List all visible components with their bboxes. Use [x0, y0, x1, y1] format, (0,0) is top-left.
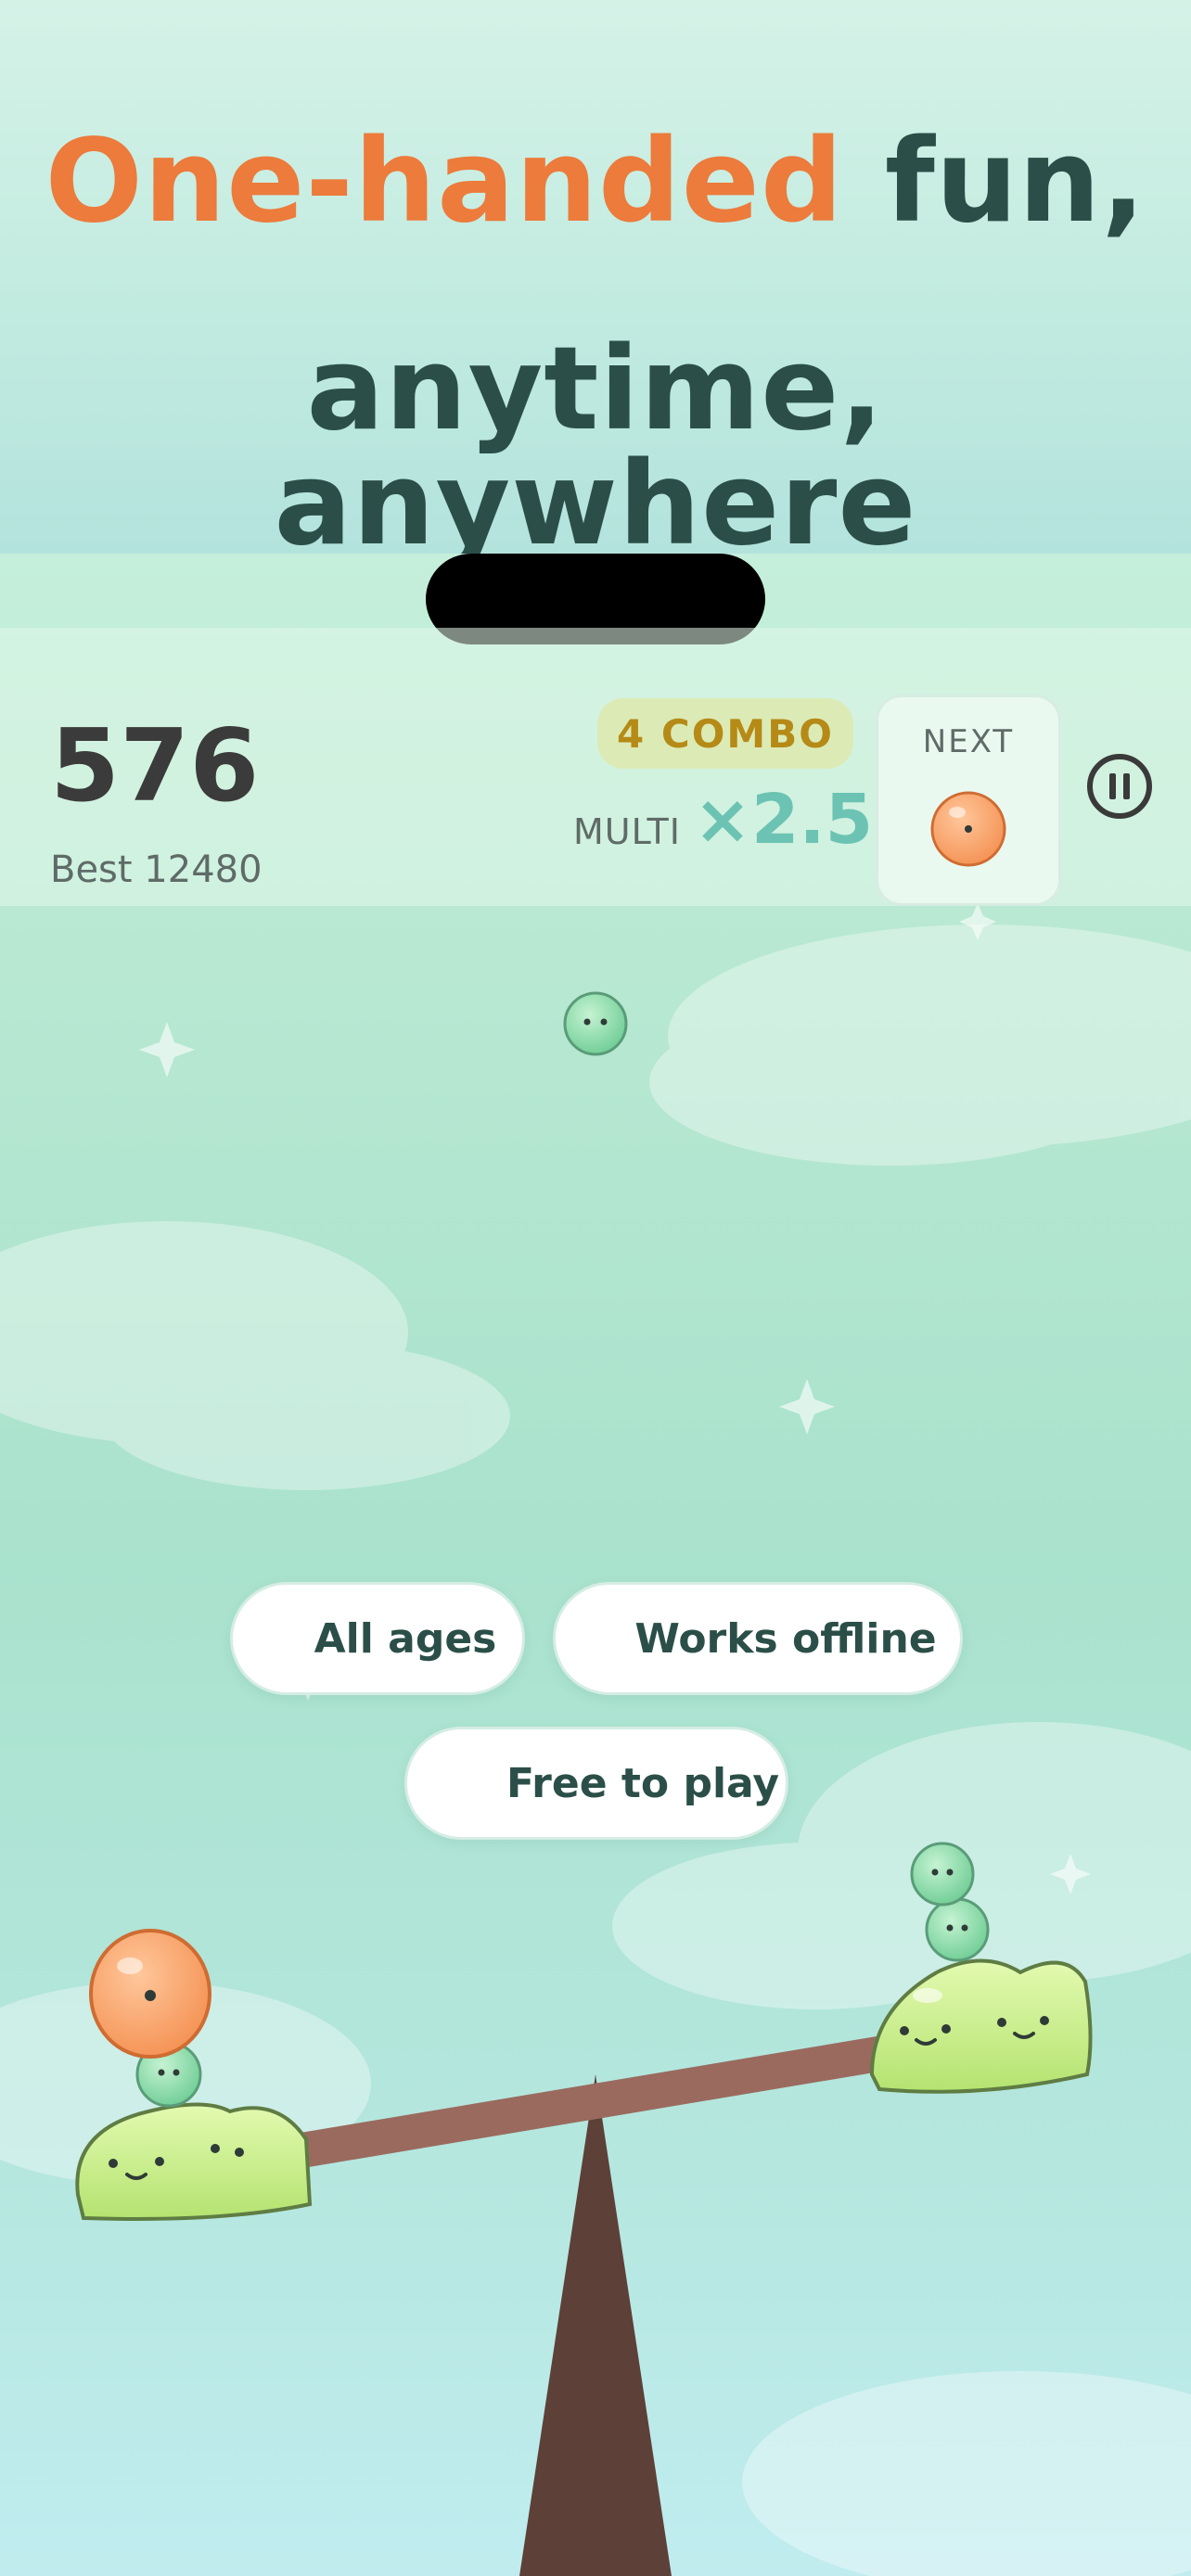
multi-label: MULTI: [573, 811, 681, 852]
right-green-slime-top: [910, 1842, 975, 1906]
multi-value: ×2.5: [694, 780, 874, 860]
feature-pill-works-offline: Works offline: [553, 1582, 963, 1695]
feature-pill-all-ages: All ages: [230, 1582, 525, 1695]
game-screen[interactable]: 576 Best 12480 4 COMBO MULTI ×2.5 NEXT A…: [0, 554, 1191, 2576]
headline-line-2: anytime, anywhere: [274, 323, 917, 571]
orange-slime-icon: [930, 791, 1006, 867]
next-piece-card: NEXT: [876, 695, 1061, 906]
headline-line-1: One-handed fun,: [0, 124, 1191, 239]
pause-button[interactable]: [1087, 754, 1152, 819]
combo-badge: 4 COMBO: [597, 698, 853, 769]
left-orange-slime: [89, 1929, 211, 2059]
falling-slime: [563, 991, 628, 1056]
best-score: Best 12480: [50, 848, 263, 891]
seesaw-fulcrum: [519, 2074, 672, 2576]
next-label: NEXT: [922, 723, 1015, 760]
hud-bar: 576 Best 12480 4 COMBO MULTI ×2.5 NEXT: [0, 628, 1191, 906]
feature-all-ages-label: All ages: [314, 1614, 497, 1663]
feature-pill-free-to-play: Free to play: [404, 1727, 788, 1840]
right-green-slime-bottom: [925, 1897, 990, 1962]
feature-free-to-play-label: Free to play: [506, 1759, 780, 1807]
feature-works-offline-label: Works offline: [634, 1614, 937, 1663]
promo-banner: One-handed fun, anytime, anywhere: [0, 0, 1191, 562]
pause-icon: [1109, 773, 1116, 799]
headline-rest: fun,: [843, 115, 1146, 249]
headline-accent: One-handed: [45, 115, 844, 249]
score-value: 576: [50, 708, 260, 824]
